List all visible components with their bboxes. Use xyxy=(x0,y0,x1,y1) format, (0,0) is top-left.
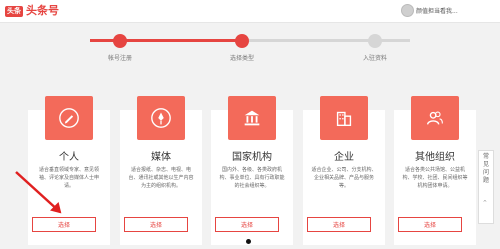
card-title: 其他组织 xyxy=(415,152,455,163)
step-label-2: 选择类型 xyxy=(229,55,254,62)
annotation-arrow xyxy=(15,171,62,214)
account-type-card-government: 国家机构 国内外、各级、各类政府机构、事业单位、具有行政职能的社会组织等。 选择 xyxy=(211,96,293,245)
scroll-top-icon[interactable]: ⌃ xyxy=(482,199,488,207)
card-title: 个人 xyxy=(59,152,79,163)
step-label-1: 帐号注册 xyxy=(107,55,132,62)
step-circle-2 xyxy=(235,34,249,48)
top-bar: 头条 头条号 颜值担当看我... xyxy=(0,0,500,23)
faq-widget[interactable]: 常见问题 ⌃ xyxy=(478,150,494,224)
pagination-dot[interactable] xyxy=(246,239,251,244)
pen-icon xyxy=(45,96,93,140)
faq-label: 常见问题 xyxy=(482,153,489,184)
step-circle-1 xyxy=(113,34,127,48)
card-desc: 国内外、各级、各类政府机构、事业单位、具有行政职能的社会组织等。 xyxy=(219,167,285,189)
card-desc: 适合各类公共场馆、公益机构、学校、社团、民间组织等机构团体申请。 xyxy=(402,167,468,189)
pen-nib-icon xyxy=(137,96,185,140)
username[interactable]: 颜值担当看我... xyxy=(416,6,496,15)
card-desc: 适合企业、公司、分支机构、企业相关品牌、产品与服务等。 xyxy=(311,167,377,189)
select-button-media[interactable]: 选择 xyxy=(124,217,188,232)
step-circle-3 xyxy=(368,34,382,48)
select-button-government[interactable]: 选择 xyxy=(215,217,279,232)
card-desc: 适合报纸、杂志、电视、电台、通讯社或其他以生产内容为主的组织机构。 xyxy=(128,167,194,189)
building-icon xyxy=(320,96,368,140)
avatar[interactable] xyxy=(401,4,414,17)
account-type-card-other-org: 其他组织 适合各类公共场馆、公益机构、学校、社团、民间组织等机构团体申请。 选择 xyxy=(394,96,476,245)
select-button-other-org[interactable]: 选择 xyxy=(398,217,462,232)
card-title: 媒体 xyxy=(151,152,171,163)
step-line-done xyxy=(120,39,242,42)
step-line-todo xyxy=(242,39,375,42)
logo[interactable]: 头条 头条号 xyxy=(5,5,59,17)
logo-text: 头条号 xyxy=(26,4,59,17)
step-label-3: 入驻资料 xyxy=(362,55,387,62)
account-type-card-media: 媒体 适合报纸、杂志、电视、电台、通讯社或其他以生产内容为主的组织机构。 选择 xyxy=(120,96,202,245)
people-icon xyxy=(411,96,459,140)
card-title: 国家机构 xyxy=(232,152,272,163)
select-button-enterprise[interactable]: 选择 xyxy=(307,217,371,232)
card-title: 企业 xyxy=(334,152,354,163)
progress-steps: 帐号注册 选择类型 入驻资料 xyxy=(0,22,500,77)
logo-badge: 头条 xyxy=(5,5,23,17)
bank-icon xyxy=(228,96,276,140)
account-type-card-enterprise: 企业 适合企业、公司、分支机构、企业相关品牌、产品与服务等。 选择 xyxy=(303,96,385,245)
